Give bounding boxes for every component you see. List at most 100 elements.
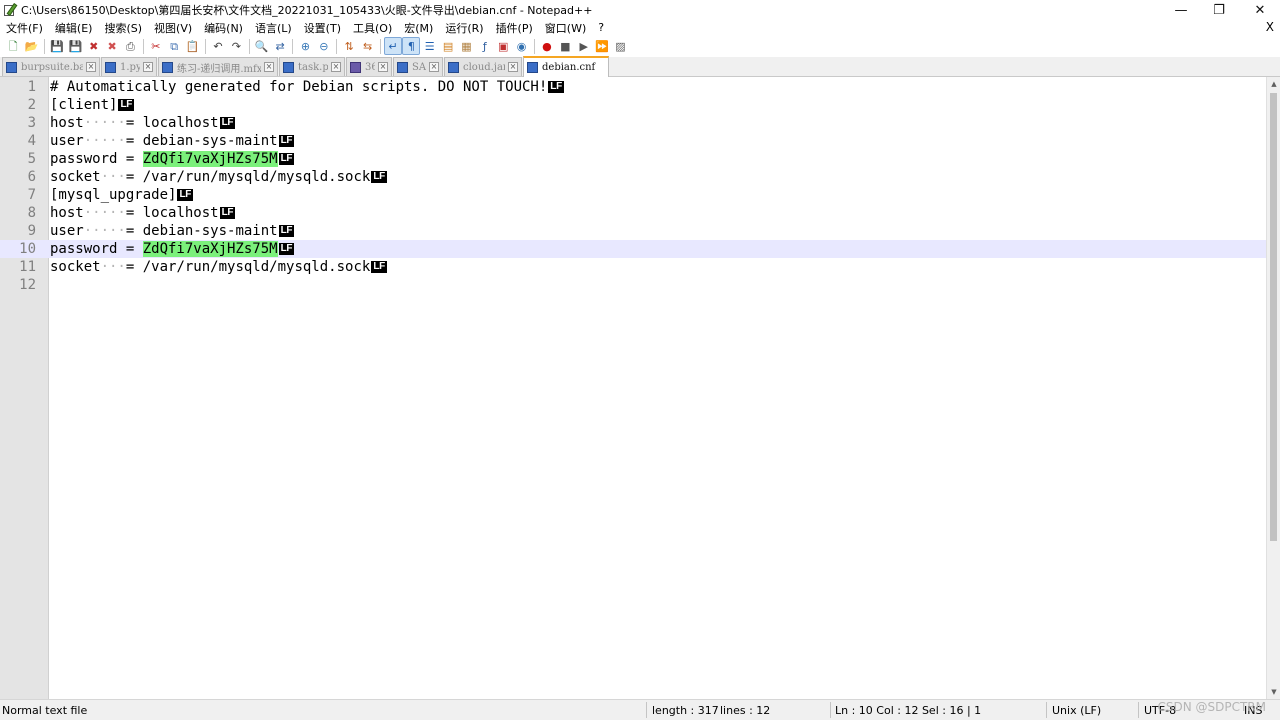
save-macro-icon[interactable]: ▨ bbox=[612, 38, 628, 54]
monitoring-icon[interactable]: ◉ bbox=[514, 38, 530, 54]
zoom-in-icon[interactable]: ⊕ bbox=[297, 38, 313, 54]
menu-item[interactable]: 运行(R) bbox=[439, 20, 489, 36]
replace-icon[interactable]: ⇄ bbox=[272, 38, 288, 54]
status-eol-format[interactable]: Unix (LF) bbox=[1052, 704, 1101, 717]
close-tab-icon[interactable]: × bbox=[429, 62, 439, 72]
vertical-scrollbar[interactable]: ▲ ▼ bbox=[1266, 77, 1280, 699]
zoom-out-icon[interactable]: ⊖ bbox=[316, 38, 332, 54]
menu-item[interactable]: 插件(P) bbox=[490, 20, 539, 36]
sync-horizontal-icon[interactable]: ⇆ bbox=[360, 38, 376, 54]
close-tab-icon[interactable]: × bbox=[331, 62, 341, 72]
text-line[interactable]: 4 user ····· = debian-sys-maint LF bbox=[0, 132, 1266, 150]
doc-map-icon[interactable]: ▦ bbox=[458, 38, 474, 54]
text-line[interactable]: 5 password = ZdQfi7vaXjHZs75M LF bbox=[0, 150, 1266, 168]
toolbar-separator bbox=[292, 38, 294, 54]
document-tab[interactable]: burpsuite.bat × bbox=[2, 57, 100, 76]
text-line[interactable]: 12 bbox=[0, 276, 1266, 294]
new-file-icon[interactable]: 🗋 bbox=[5, 38, 21, 54]
redo-icon[interactable]: ↷ bbox=[228, 38, 244, 54]
close-tab-icon[interactable]: × bbox=[264, 62, 274, 72]
close-tab-icon[interactable]: × bbox=[508, 62, 518, 72]
word-wrap-icon[interactable]: ↵ bbox=[383, 37, 402, 55]
line-text[interactable]: socket ··· = /var/run/mysqld/mysqld.sock LF bbox=[50, 259, 387, 275]
text-line[interactable]: 8 host ····· = localhost LF bbox=[0, 204, 1266, 222]
line-text[interactable]: # Automatically generated for Debian scr… bbox=[50, 79, 564, 95]
scroll-down-arrow-icon[interactable]: ▼ bbox=[1267, 685, 1280, 699]
line-text[interactable]: host ····· = localhost LF bbox=[50, 205, 236, 221]
menu-bar: 文件(F) 编辑(E) 搜索(S) 视图(V) 编码(N) 语言(L) 设置(T) 工具(O)… bbox=[0, 19, 1280, 36]
line-text[interactable]: password = ZdQfi7vaXjHZs75M LF bbox=[50, 241, 295, 257]
line-text[interactable]: socket ··· = /var/run/mysqld/mysqld.sock LF bbox=[50, 169, 387, 185]
restore-button[interactable]: ❐ bbox=[1199, 0, 1239, 20]
document-tab[interactable]: 练习-递归调用.mfx × bbox=[158, 57, 278, 76]
close-tab-icon[interactable]: × bbox=[143, 62, 153, 72]
line-text[interactable]: [client] LF bbox=[50, 97, 135, 113]
document-tab[interactable]: 1.py × bbox=[101, 57, 157, 76]
show-all-chars-icon[interactable]: ¶ bbox=[402, 37, 421, 55]
text-line[interactable]: 6 socket ··· = /var/run/mysqld/mysqld.sock L… bbox=[0, 168, 1266, 186]
menu-item[interactable]: 语言(L) bbox=[249, 20, 298, 36]
run-macro-multiple-icon[interactable]: ⏩ bbox=[594, 38, 610, 54]
paste-icon[interactable]: 📋 bbox=[185, 38, 201, 54]
indent-guide-icon[interactable]: ☰ bbox=[422, 38, 438, 54]
open-file-icon[interactable]: 📂 bbox=[24, 38, 40, 54]
menu-item[interactable]: 搜索(S) bbox=[98, 20, 148, 36]
line-text[interactable]: password = ZdQfi7vaXjHZs75M LF bbox=[50, 151, 295, 167]
close-tab-icon[interactable]: × bbox=[86, 62, 96, 72]
whitespace-markers: ··· bbox=[100, 259, 126, 275]
window-title: C:\Users\86150\Desktop\第四届长安杯\文件文档_20221… bbox=[21, 4, 593, 17]
close-tab-icon[interactable]: × bbox=[378, 62, 388, 72]
file-tab-icon bbox=[162, 61, 173, 73]
menu-item[interactable]: 编辑(E) bbox=[49, 20, 99, 36]
line-text[interactable]: host ····· = localhost LF bbox=[50, 115, 236, 131]
status-lines: lines : 12 bbox=[720, 704, 771, 717]
menu-item[interactable]: 编码(N) bbox=[198, 20, 249, 36]
record-macro-icon[interactable]: ● bbox=[539, 38, 555, 54]
copy-icon[interactable]: ⧉ bbox=[166, 38, 182, 54]
document-tab[interactable]: 36× bbox=[346, 57, 392, 76]
text-line[interactable]: 1 # Automatically generated for Debian sc… bbox=[0, 78, 1266, 96]
stop-macro-icon[interactable]: ■ bbox=[557, 38, 573, 54]
play-macro-icon[interactable]: ▶ bbox=[576, 38, 592, 54]
scrollbar-thumb[interactable] bbox=[1270, 93, 1277, 541]
line-text[interactable]: user ····· = debian-sys-maint LF bbox=[50, 133, 295, 149]
text-lines[interactable]: 1 # Automatically generated for Debian sc… bbox=[0, 78, 1266, 294]
close-window-button[interactable]: ✕ bbox=[1240, 0, 1280, 20]
menu-item[interactable]: 窗口(W) bbox=[539, 20, 592, 36]
close-all-icon[interactable]: ✖ bbox=[104, 38, 120, 54]
undo-icon[interactable]: ↶ bbox=[210, 38, 226, 54]
menu-item[interactable]: 宏(M) bbox=[398, 20, 439, 36]
line-text[interactable]: user ····· = debian-sys-maint LF bbox=[50, 223, 295, 239]
find-icon[interactable]: 🔍 bbox=[254, 38, 270, 54]
menu-item[interactable]: 视图(V) bbox=[148, 20, 198, 36]
menu-item[interactable]: 设置(T) bbox=[298, 20, 347, 36]
minimize-button[interactable]: — bbox=[1161, 0, 1201, 20]
close-document-button[interactable]: X bbox=[1266, 20, 1274, 34]
save-icon[interactable]: 💾 bbox=[49, 38, 65, 54]
sync-vertical-icon[interactable]: ⇅ bbox=[341, 38, 357, 54]
close-icon[interactable]: ✖ bbox=[86, 38, 102, 54]
udl-icon[interactable]: ▤ bbox=[440, 38, 456, 54]
save-all-icon[interactable]: 💾 bbox=[67, 38, 83, 54]
line-number: 2 bbox=[27, 97, 36, 113]
editor-area[interactable]: 1 # Automatically generated for Debian sc… bbox=[0, 77, 1280, 699]
cut-icon[interactable]: ✂ bbox=[148, 38, 164, 54]
text-line[interactable]: 9 user ····· = debian-sys-maint LF bbox=[0, 222, 1266, 240]
menu-item[interactable]: 工具(O) bbox=[347, 20, 398, 36]
text-line[interactable]: 11 socket ··· = /var/run/mysqld/mysqld.sock… bbox=[0, 258, 1266, 276]
text-line[interactable]: 7 [mysql_upgrade] LF bbox=[0, 186, 1266, 204]
menu-item[interactable]: 文件(F) bbox=[0, 20, 49, 36]
scroll-up-arrow-icon[interactable]: ▲ bbox=[1267, 77, 1280, 91]
menu-item[interactable]: ? bbox=[592, 21, 610, 34]
document-tab[interactable]: debian.cnf bbox=[523, 56, 609, 77]
line-text[interactable]: [mysql_upgrade] LF bbox=[50, 187, 194, 203]
document-tab[interactable]: cloud.jar × bbox=[444, 57, 522, 76]
document-tab[interactable]: SAM× bbox=[393, 57, 443, 76]
current-line[interactable]: 10 password = ZdQfi7vaXjHZs75M LF bbox=[0, 240, 1266, 258]
function-list-icon[interactable]: ƒ bbox=[477, 38, 493, 54]
print-icon[interactable]: ⎙ bbox=[122, 38, 138, 54]
text-line[interactable]: 2 [client] LF bbox=[0, 96, 1266, 114]
folder-workspace-icon[interactable]: ▣ bbox=[495, 38, 511, 54]
document-tab[interactable]: task.py× bbox=[279, 57, 345, 76]
text-line[interactable]: 3 host ····· = localhost LF bbox=[0, 114, 1266, 132]
